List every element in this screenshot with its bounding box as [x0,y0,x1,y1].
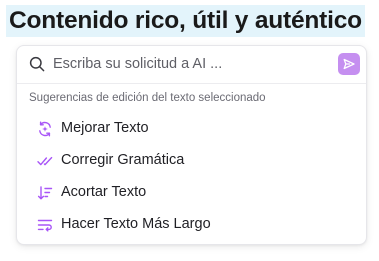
headline-area: Contenido rico, útil y auténtico [0,0,379,40]
search-icon [29,56,45,72]
ai-prompt-input[interactable] [53,53,323,75]
prompt-bar [17,46,366,84]
suggestion-improve-text[interactable]: Mejorar Texto [17,114,366,144]
lengthen-lines-icon [37,219,53,232]
suggestion-label: Hacer Texto Más Largo [61,216,211,232]
sparkle-refresh-icon [39,121,51,137]
ai-assistant-panel: Sugerencias de edición del texto selecci… [16,45,367,245]
selected-headline[interactable]: Contenido rico, útil y auténtico [6,5,365,37]
suggestion-lengthen-text[interactable]: Hacer Texto Más Largo [17,210,366,240]
suggestion-fix-grammar[interactable]: Corregir Gramática [17,146,366,176]
send-button[interactable] [338,53,360,75]
suggestion-label: Corregir Gramática [61,152,185,168]
suggestions-heading: Sugerencias de edición del texto selecci… [29,92,266,104]
double-check-icon [37,156,53,166]
suggestion-label: Mejorar Texto [61,120,149,136]
suggestion-label: Acortar Texto [61,184,147,200]
shorten-lines-icon [37,186,53,200]
suggestion-shorten-text[interactable]: Acortar Texto [17,178,366,208]
send-icon [343,58,355,70]
